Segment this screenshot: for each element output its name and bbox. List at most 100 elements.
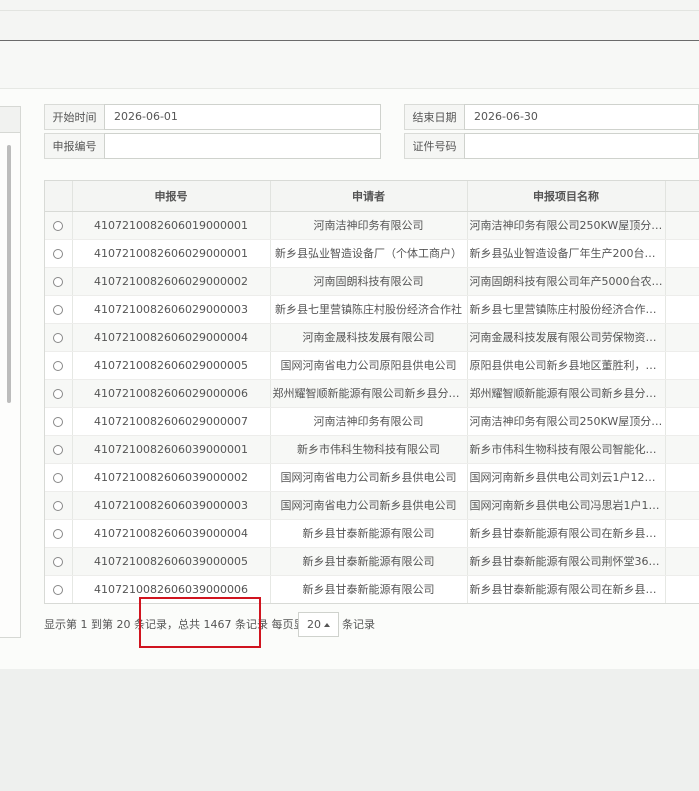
header-project-name[interactable]: 申报项目名称 (467, 181, 666, 212)
extra-cell (665, 323, 699, 352)
table-row[interactable]: 4107210082606039000002 国网河南省电力公司新乡县供电公司 国网… (45, 463, 699, 492)
extra-cell (665, 211, 699, 240)
extra-cell (665, 407, 699, 436)
applicant-cell: 新乡市伟科生物科技有限公司 (270, 435, 468, 464)
report-no-cell: 4107210082606029000006 (72, 379, 271, 408)
row-select-cell[interactable] (45, 295, 73, 324)
start-time-label: 开始时间 (44, 104, 105, 130)
header-select (45, 181, 73, 212)
table-row[interactable]: 4107210082606029000001 新乡县弘业智造设备厂（个体工商户）新… (45, 239, 699, 268)
project-name-cell: 新乡县弘业智造设备厂年生产200台农副产品加工设备项目 (467, 239, 666, 268)
extra-cell (665, 267, 699, 296)
project-name-cell: 原阳县供电公司新乡县地区董胜利，1户光伏项目 (467, 351, 666, 380)
sidebar-header (0, 107, 20, 133)
radio-button[interactable] (53, 584, 64, 595)
applicant-cell: 郑州耀智顺新能源有限公司新乡县分公司 (270, 379, 468, 408)
table-row[interactable]: 4107210082606039000004 新乡县甘泰新能源有限公司 新乡县甘泰新… (45, 519, 699, 548)
cert-no-input[interactable] (464, 133, 699, 159)
radio-button[interactable] (53, 304, 64, 315)
header-report-no[interactable]: 申报号 (72, 181, 271, 212)
applicant-cell: 河南固朗科技有限公司 (270, 267, 468, 296)
project-name-cell: 河南金晟科技发展有限公司劳保物资仓储项目 (467, 323, 666, 352)
table-row[interactable]: 4107210082606029000006 郑州耀智顺新能源有限公司新乡县分公司… (45, 379, 699, 408)
row-select-cell[interactable] (45, 351, 73, 380)
report-no-cell: 4107210082606029000001 (72, 239, 271, 268)
radio-button[interactable] (53, 556, 64, 567)
page-size-select[interactable]: 20 (298, 612, 339, 637)
applicant-cell: 国网河南省电力公司新乡县供电公司 (270, 491, 468, 520)
radio-button[interactable] (53, 416, 64, 427)
radio-button[interactable] (53, 360, 64, 371)
table-row[interactable]: 4107210082606039000003 国网河南省电力公司新乡县供电公司 国网… (45, 491, 699, 520)
report-no-cell: 4107210082606039000002 (72, 463, 271, 492)
report-no-label: 申报编号 (44, 133, 105, 159)
table-row[interactable]: 4107210082606029000007 河南洁神印务有限公司 河南洁神印务有限… (45, 407, 699, 436)
radio-button[interactable] (53, 248, 64, 259)
lower-background (0, 669, 699, 791)
project-name-cell: 河南固朗科技有限公司年产5000台农产品加工设备项目 (467, 267, 666, 296)
report-no-input[interactable] (104, 133, 381, 159)
extra-cell (665, 435, 699, 464)
extra-cell (665, 239, 699, 268)
start-time-input[interactable]: 2026-06-01 (104, 104, 381, 130)
table-header-row: 申报号 申请者 申报项目名称 (45, 181, 699, 212)
extra-cell (665, 295, 699, 324)
top-bar-divider (0, 10, 699, 11)
row-select-cell[interactable] (45, 575, 73, 603)
row-select-cell[interactable] (45, 211, 73, 240)
radio-button[interactable] (53, 444, 64, 455)
table-row[interactable]: 4107210082606029000002 河南固朗科技有限公司 河南固朗科技有限… (45, 267, 699, 296)
radio-button[interactable] (53, 472, 64, 483)
extra-cell (665, 547, 699, 576)
row-select-cell[interactable] (45, 239, 73, 268)
applicant-cell: 新乡县甘泰新能源有限公司 (270, 547, 468, 576)
row-select-cell[interactable] (45, 463, 73, 492)
row-select-cell[interactable] (45, 435, 73, 464)
project-name-cell: 郑州耀智顺新能源有限公司新乡县分公司光伏项目 (467, 379, 666, 408)
extra-cell (665, 463, 699, 492)
radio-button[interactable] (53, 220, 64, 231)
applicant-cell: 河南金晟科技发展有限公司 (270, 323, 468, 352)
table-row[interactable]: 4107210082606029000004 河南金晟科技发展有限公司 河南金晟科技… (45, 323, 699, 352)
report-no-cell: 4107210082606039000001 (72, 435, 271, 464)
row-select-cell[interactable] (45, 407, 73, 436)
top-bar (0, 0, 699, 41)
table-row[interactable]: 4107210082606019000001 河南洁神印务有限公司 河南洁神印务有限… (45, 211, 699, 240)
row-select-cell[interactable] (45, 519, 73, 548)
table-row[interactable]: 4107210082606029000005 国网河南省电力公司原阳县供电公司 原阳… (45, 351, 699, 380)
row-select-cell[interactable] (45, 379, 73, 408)
project-name-cell: 新乡县七里营镇陈庄村股份经济合作社项目 (467, 295, 666, 324)
radio-button[interactable] (53, 276, 64, 287)
project-name-cell: 河南洁神印务有限公司250KW屋顶分布式光伏发电项目 (467, 211, 666, 240)
row-select-cell[interactable] (45, 267, 73, 296)
extra-cell (665, 575, 699, 603)
report-no-cell: 4107210082606029000007 (72, 407, 271, 436)
header-applicant[interactable]: 申请者 (270, 181, 468, 212)
table-row[interactable]: 4107210082606029000003 新乡县七里营镇陈庄村股份经济合作社新… (45, 295, 699, 324)
radio-button[interactable] (53, 332, 64, 343)
sidebar-scrollbar[interactable] (7, 145, 11, 403)
applicant-cell: 新乡县七里营镇陈庄村股份经济合作社 (270, 295, 468, 324)
radio-button[interactable] (53, 528, 64, 539)
project-name-cell: 国网河南新乡县供电公司刘云1户12千瓦光伏项目 (467, 463, 666, 492)
caret-up-icon (324, 623, 330, 627)
project-name-cell: 新乡县甘泰新能源有限公司在新乡县建4兆瓦光伏项目 (467, 519, 666, 548)
report-no-cell: 4107210082606039000005 (72, 547, 271, 576)
table-row[interactable]: 4107210082606039000005 新乡县甘泰新能源有限公司 新乡县甘泰新… (45, 547, 699, 576)
results-table: 申报号 申请者 申报项目名称 4107210082606019000001 河南洁… (44, 180, 699, 604)
row-select-cell[interactable] (45, 323, 73, 352)
report-no-cell: 4107210082606029000002 (72, 267, 271, 296)
pagination-suffix: 条记录 (342, 618, 375, 631)
cert-no-label: 证件号码 (404, 133, 465, 159)
row-select-cell[interactable] (45, 491, 73, 520)
left-sidebar (0, 106, 21, 638)
applicant-cell: 新乡县弘业智造设备厂（个体工商户） (270, 239, 468, 268)
report-no-cell: 4107210082606039000004 (72, 519, 271, 548)
tab-band (0, 41, 699, 89)
end-date-input[interactable]: 2026-06-30 (464, 104, 699, 130)
extra-cell (665, 519, 699, 548)
row-select-cell[interactable] (45, 547, 73, 576)
table-row[interactable]: 4107210082606039000001 新乡市伟科生物科技有限公司 新乡市伟科… (45, 435, 699, 464)
radio-button[interactable] (53, 388, 64, 399)
radio-button[interactable] (53, 500, 64, 511)
